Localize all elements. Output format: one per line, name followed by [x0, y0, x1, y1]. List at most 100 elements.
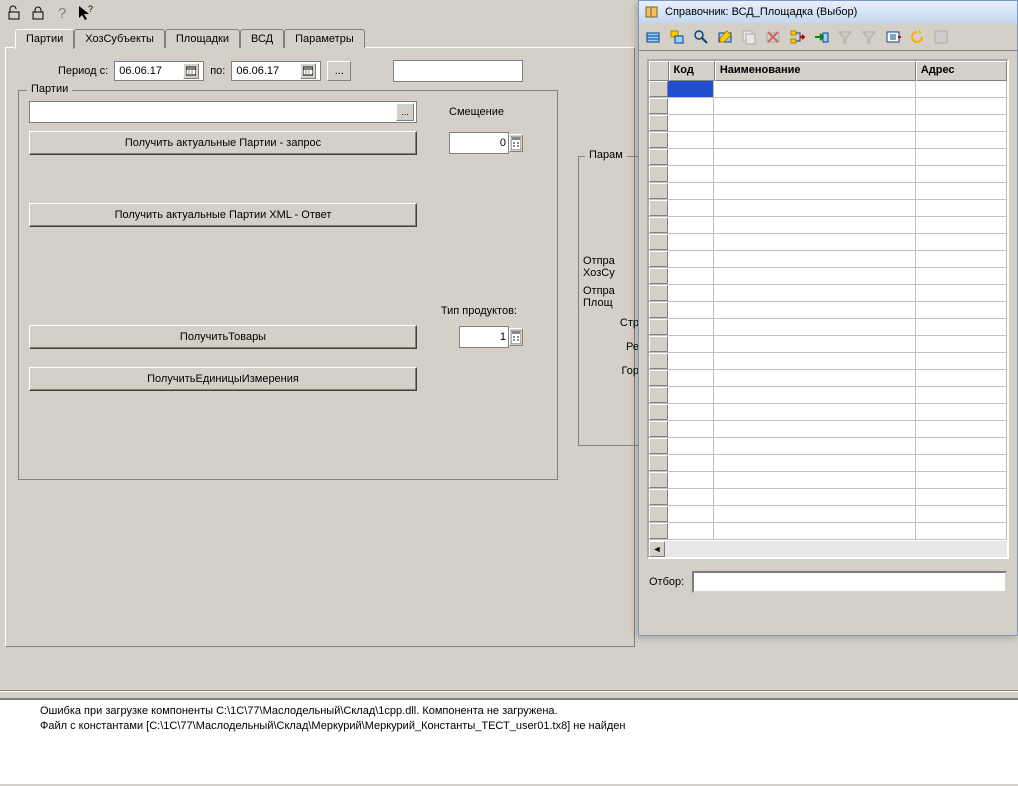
period-from-label: Период с: — [58, 65, 108, 77]
table-row[interactable] — [649, 251, 1007, 268]
book-icon — [645, 5, 659, 19]
horizontal-scrollbar[interactable]: ◄ — [649, 541, 1007, 557]
date-from-value: 06.06.17 — [119, 65, 162, 77]
sender-subject-label: ОтпраХозСу — [583, 255, 643, 279]
date-from-input[interactable]: 06.06.17 — [114, 61, 204, 81]
calendar-icon[interactable] — [300, 63, 316, 79]
region-label: Ре — [583, 341, 643, 353]
dialog-titlebar[interactable]: Справочник: ВСД_Площадка (Выбор) — [639, 1, 1017, 23]
parties-legend: Партии — [27, 83, 72, 95]
table-row[interactable] — [649, 523, 1007, 540]
table-row[interactable] — [649, 81, 1007, 98]
lock-open-icon[interactable] — [4, 3, 24, 23]
dialog-toolbar — [639, 23, 1017, 51]
table-row[interactable] — [649, 404, 1007, 421]
offset-input[interactable]: 0 — [449, 132, 509, 154]
refresh-icon[interactable] — [907, 27, 927, 47]
help-icon[interactable]: ? — [52, 3, 72, 23]
table-row[interactable] — [649, 98, 1007, 115]
tab-body: Период с: 06.06.17 по: 06.06.17 ... Парт… — [5, 47, 635, 647]
table-row[interactable] — [649, 438, 1007, 455]
table-row[interactable] — [649, 183, 1007, 200]
table-row[interactable] — [649, 217, 1007, 234]
select-all-icon[interactable] — [931, 27, 951, 47]
table-row[interactable] — [649, 166, 1007, 183]
history-icon[interactable] — [883, 27, 903, 47]
table-row[interactable] — [649, 285, 1007, 302]
table-row[interactable] — [649, 268, 1007, 285]
get-units-button[interactable]: ПолучитьЕдиницыИзмерения — [29, 367, 417, 391]
cursor-help-icon[interactable]: ? — [76, 3, 96, 23]
mark-delete-icon[interactable] — [763, 27, 783, 47]
edit-icon[interactable] — [715, 27, 735, 47]
table-row[interactable] — [649, 302, 1007, 319]
filter-icon[interactable] — [859, 27, 879, 47]
message-line: Ошибка при загрузке компоненты C:\1C\77\… — [40, 704, 978, 719]
get-goods-button[interactable]: ПолучитьТовары — [29, 325, 417, 349]
search-icon[interactable] — [691, 27, 711, 47]
get-parties-response-button[interactable]: Получить актуальные Партии XML - Ответ — [29, 203, 417, 227]
button-label: ПолучитьТовары — [180, 331, 266, 343]
col-name[interactable]: Наименование — [715, 61, 916, 81]
extra-input[interactable] — [393, 60, 523, 82]
copy-icon[interactable] — [739, 27, 759, 47]
grid-body[interactable]: // handled below — [649, 81, 1007, 546]
ellipsis-button[interactable]: ... — [396, 103, 414, 121]
col-address[interactable]: Адрес — [916, 61, 1007, 81]
table-row[interactable] — [649, 506, 1007, 523]
table-row[interactable] — [649, 353, 1007, 370]
lock-closed-icon[interactable] — [28, 3, 48, 23]
parties-fieldset: Партии ... Смещение Получить актуальные … — [18, 90, 558, 480]
tab-params[interactable]: Параметры — [284, 29, 365, 48]
col-code[interactable]: Код — [669, 61, 715, 81]
table-row[interactable] — [649, 319, 1007, 336]
party-select-input[interactable]: ... — [29, 101, 417, 123]
message-pane: Ошибка при загрузке компоненты C:\1C\77\… — [0, 698, 1018, 784]
filter-row: Отбор: — [639, 567, 1017, 597]
filter-input[interactable] — [692, 571, 1007, 593]
table-row[interactable] — [649, 489, 1007, 506]
period-ellipsis-button[interactable]: ... — [327, 61, 351, 81]
table-row[interactable] — [649, 421, 1007, 438]
tabstrip: Партии ХозСубъекты Площадки ВСД Параметр… — [5, 26, 635, 48]
tab-parties[interactable]: Партии — [15, 29, 74, 49]
product-type-input[interactable]: 1 — [459, 326, 509, 348]
tab-subjects[interactable]: ХозСубъекты — [74, 29, 165, 48]
reference-grid[interactable]: Код Наименование Адрес // handled below … — [647, 59, 1009, 559]
tab-sites[interactable]: Площадки — [165, 29, 240, 48]
table-row[interactable] — [649, 387, 1007, 404]
offset-value: 0 — [500, 137, 506, 149]
date-to-input[interactable]: 06.06.17 — [231, 61, 321, 81]
tab-label: Партии — [26, 33, 63, 45]
table-row[interactable] — [649, 336, 1007, 353]
get-parties-request-button[interactable]: Получить актуальные Партии - запрос — [29, 131, 417, 155]
table-row[interactable] — [649, 149, 1007, 166]
hierarchy-icon[interactable] — [787, 27, 807, 47]
new-group-icon[interactable] — [667, 27, 687, 47]
calendar-icon[interactable] — [183, 63, 199, 79]
table-row[interactable] — [649, 370, 1007, 387]
calc-icon[interactable] — [509, 134, 523, 152]
col-marker[interactable] — [649, 61, 669, 81]
table-row[interactable] — [649, 455, 1007, 472]
calc-icon[interactable] — [509, 328, 523, 346]
move-in-icon[interactable] — [811, 27, 831, 47]
dialog-title-text: Справочник: ВСД_Площадка (Выбор) — [665, 6, 857, 18]
reference-dialog: Справочник: ВСД_Площадка (Выбор) Код Наи… — [638, 0, 1018, 636]
table-row[interactable] — [649, 234, 1007, 251]
table-row[interactable] — [649, 132, 1007, 149]
grid-header: Код Наименование Адрес — [649, 61, 1007, 81]
table-row[interactable] — [649, 200, 1007, 217]
period-to-label: по: — [210, 65, 225, 77]
tab-label: Площадки — [176, 33, 229, 45]
button-label: ПолучитьЕдиницыИзмерения — [147, 373, 299, 385]
table-row[interactable] — [649, 472, 1007, 489]
scroll-left-icon[interactable]: ◄ — [649, 541, 665, 557]
filter-off-icon[interactable] — [835, 27, 855, 47]
splitter[interactable] — [0, 690, 1018, 692]
tab-vsd[interactable]: ВСД — [240, 29, 284, 48]
button-label: Получить актуальные Партии - запрос — [125, 137, 321, 149]
sender-site-label: ОтпраПлощ — [583, 285, 643, 309]
table-row[interactable] — [649, 115, 1007, 132]
new-line-icon[interactable] — [643, 27, 663, 47]
